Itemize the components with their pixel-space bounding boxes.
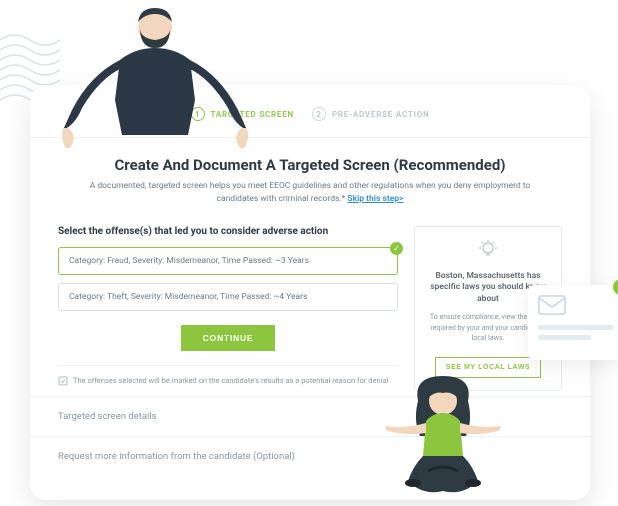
page-title: Create And Document A Targeted Screen (R… (58, 156, 562, 174)
page-subtitle: A documented, targeted screen helps you … (58, 180, 562, 206)
skip-step-link[interactable]: Skip this step> (347, 194, 403, 204)
placeholder-line (538, 325, 613, 330)
notification-card: ✓ (528, 285, 618, 360)
checkmark-icon: ✓ (390, 242, 403, 255)
checkmark-badge-icon: ✓ (613, 279, 618, 295)
offense-note: The offenses selected will be marked on … (58, 365, 398, 396)
illustration-man (60, 0, 250, 155)
info-icon (58, 376, 68, 386)
offense-prompt: Select the offense(s) that led you to co… (58, 226, 398, 237)
lightbulb-icon (425, 239, 551, 263)
offense-option[interactable]: Category: Fraud, Severity: Misdemeanor, … (58, 247, 398, 275)
offense-selection-panel: Select the offense(s) that led you to co… (58, 226, 398, 396)
offense-option-text: Category: Fraud, Severity: Misdemeanor, … (69, 256, 309, 266)
envelope-icon (538, 295, 613, 319)
step-label: PRE-ADVERSE ACTION (332, 110, 430, 119)
offense-option[interactable]: Category: Theft, Severity: Misdemeanor, … (58, 283, 398, 311)
offense-option-text: Category: Theft, Severity: Misdemeanor, … (69, 292, 307, 302)
step-pre-adverse-action[interactable]: 2 PRE-ADVERSE ACTION (312, 107, 430, 121)
illustration-woman (378, 371, 508, 501)
continue-button[interactable]: CONTINUE (181, 325, 276, 351)
step-number-2-icon: 2 (312, 107, 326, 121)
placeholder-line (538, 335, 591, 340)
